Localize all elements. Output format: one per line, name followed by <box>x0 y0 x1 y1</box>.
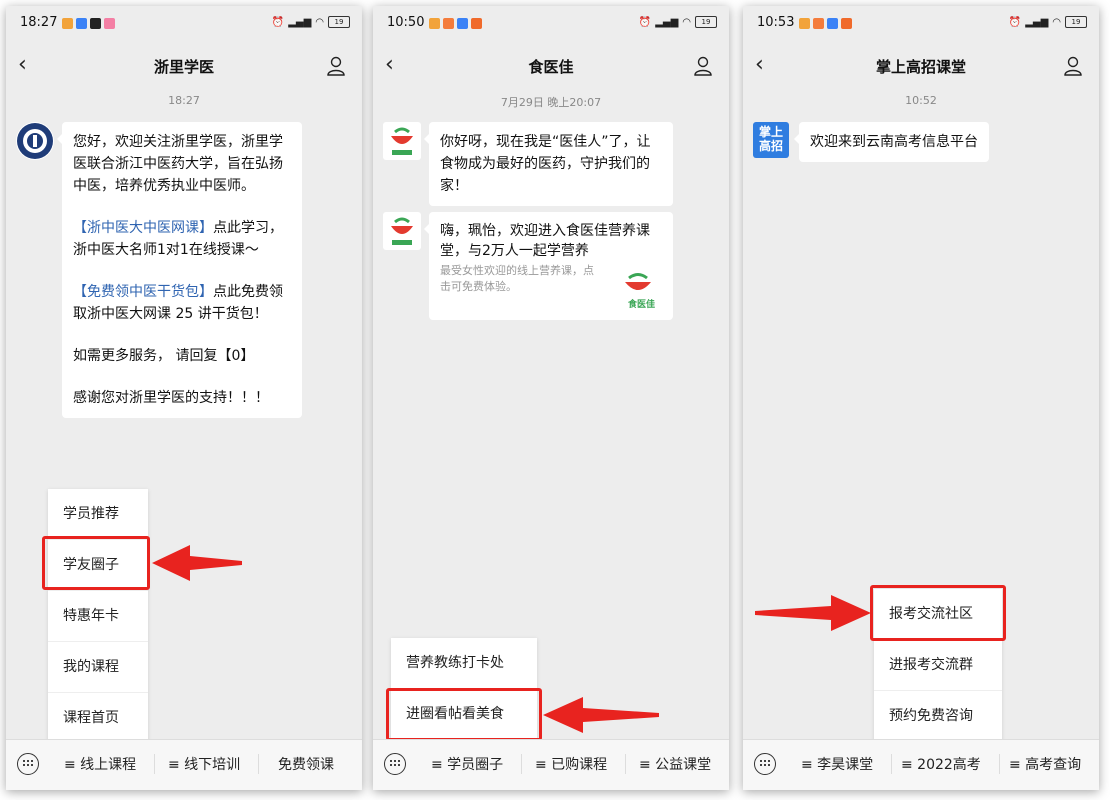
course-link[interactable]: 【浙中医大中医网课】 <box>73 220 213 236</box>
divider <box>625 754 626 774</box>
freebie-link[interactable]: 【免费领中医干货包】 <box>73 284 213 300</box>
signal-icon: ▂▄▆ <box>288 16 312 28</box>
notification-icons <box>429 18 482 29</box>
system-icons: ⏰ ▂▄▆ ◠ 19 <box>639 16 717 28</box>
submenu-item[interactable]: 我的课程 <box>48 642 148 693</box>
system-icons: ⏰ ▂▄▆ ◠ 19 <box>1009 16 1087 28</box>
status-bar: 10:53 ⏰ ▂▄▆ ◠ 19 <box>743 6 1099 42</box>
bottom-menu-item[interactable]: ≡ 2022高考 <box>901 754 981 774</box>
nav-bar: ‹ 食医佳 <box>373 42 729 88</box>
bottom-menu-item[interactable]: ≡ 公益课堂 <box>639 754 711 774</box>
bottom-menu-bar: ≡ 学员圈子 ≡ 已购课程 ≡ 公益课堂 <box>373 739 729 790</box>
message-bubble[interactable]: 欢迎来到云南高考信息平台 <box>794 122 989 162</box>
system-icons: ⏰ ▂▄▆ ◠ 19 <box>272 16 350 28</box>
shiyijia-logo-icon <box>391 217 413 245</box>
notification-icons <box>62 18 115 29</box>
red-arrow-icon <box>543 697 659 733</box>
user-profile-icon[interactable] <box>693 56 713 76</box>
status-time: 10:50 <box>387 15 425 30</box>
status-time: 10:53 <box>757 15 795 30</box>
avatar[interactable] <box>16 122 54 160</box>
avatar[interactable] <box>383 212 421 250</box>
avatar[interactable]: 掌上高招 <box>753 122 789 158</box>
status-time: 18:27 <box>20 15 58 30</box>
status-bar: 18:27 ⏰ ▂▄▆ ◠ 19 <box>6 6 362 42</box>
message-timestamp: 18:27 <box>168 94 200 107</box>
highlight-box <box>42 536 150 590</box>
message-paragraph: 感谢您对浙里学医的支持！！！ <box>73 390 269 406</box>
user-profile-icon[interactable] <box>1063 56 1083 76</box>
alarm-icon: ⏰ <box>638 16 652 28</box>
page-title: 食医佳 <box>528 58 574 76</box>
highlight-box <box>386 688 542 741</box>
card-title: 嗨，珮怡，欢迎进入食医佳营养课堂，与2万人一起学营养 <box>440 223 650 259</box>
user-profile-icon[interactable] <box>326 56 346 76</box>
card-description: 最受女性欢迎的线上营养课，点击可免费体验。 <box>440 264 594 293</box>
phone-screen-gaozhao: 10:53 ⏰ ▂▄▆ ◠ 19 ‹ 掌上高招课堂 10:52 掌上高招 欢迎来… <box>743 6 1099 790</box>
message-timestamp: 7月29日 晚上20:07 <box>500 96 602 109</box>
divider <box>891 754 892 774</box>
submenu-item[interactable]: 营养教练打卡处 <box>391 638 537 689</box>
battery-icon: 19 <box>695 16 717 28</box>
keyboard-icon[interactable] <box>17 753 39 775</box>
shiyijia-logo-icon <box>391 127 413 155</box>
bottom-menu-item[interactable]: ≡ 李昊课堂 <box>801 754 873 774</box>
bottom-menu-item[interactable]: ≡ 线上课程 <box>64 754 136 774</box>
message-bubble[interactable]: 您好，欢迎关注浙里学医，浙里学医联合浙江中医药大学，旨在弘扬中医，培养优秀执业中… <box>57 122 302 418</box>
bottom-menu-item[interactable]: 免费领课 <box>278 754 334 774</box>
phone-screen-shiyijia: 10:50 ⏰ ▂▄▆ ◠ 19 ‹ 食医佳 7月29日 晚上20:07 你好呀… <box>373 6 729 790</box>
page-title: 掌上高招课堂 <box>875 58 966 76</box>
bottom-menu-item[interactable]: ≡ 高考查询 <box>1009 754 1081 774</box>
bottom-menu-bar: ≡ 线上课程 ≡ 线下培训 免费领课 <box>6 739 362 790</box>
avatar-text: 掌上高招 <box>758 125 783 153</box>
nav-bar: ‹ 掌上高招课堂 <box>743 42 1099 88</box>
phone-screen-zheli-xueyi: 18:27 ⏰ ▂▄▆ ◠ 19 ‹ 浙里学医 18:27 您好，欢迎关注浙里学… <box>6 6 362 790</box>
alarm-icon: ⏰ <box>1008 16 1022 28</box>
submenu-item[interactable]: 进报考交流群 <box>874 640 1002 691</box>
signal-icon: ▂▄▆ <box>1025 16 1049 28</box>
message-paragraph: 【浙中医大中医网课】点此学习，浙中医大名师1对1在线授课～ <box>73 217 291 261</box>
bottom-menu-item[interactable]: ≡ 已购课程 <box>535 754 607 774</box>
page-title: 浙里学医 <box>153 58 214 76</box>
alarm-icon: ⏰ <box>271 16 285 28</box>
signal-icon: ▂▄▆ <box>655 16 679 28</box>
battery-icon: 19 <box>328 16 350 28</box>
battery-icon: 19 <box>1065 16 1087 28</box>
keyboard-icon[interactable] <box>384 753 406 775</box>
brand-logo-text: 食医佳 <box>627 300 655 310</box>
status-bar: 10:50 ⏰ ▂▄▆ ◠ 19 <box>373 6 729 42</box>
bottom-menu-item[interactable]: ≡ 线下培训 <box>168 754 240 774</box>
university-seal-icon <box>17 123 53 159</box>
message-paragraph: 您好，欢迎关注浙里学医，浙里学医联合浙江中医药大学，旨在弘扬中医，培养优秀执业中… <box>73 134 283 194</box>
submenu-item[interactable]: 特惠年卡 <box>48 591 148 642</box>
submenu-item[interactable]: 预约免费咨询 <box>874 691 1002 741</box>
submenu-popup: 学员推荐 学友圈子 特惠年卡 我的课程 课程首页 <box>48 489 148 743</box>
divider <box>521 754 522 774</box>
message-bubble[interactable]: 你好呀，现在我是“医佳人”了，让食物成为最好的医药，守护我们的家！ <box>424 122 673 206</box>
submenu-item[interactable]: 学员推荐 <box>48 489 148 540</box>
red-arrow-icon <box>152 545 242 581</box>
bottom-menu-item[interactable]: ≡ 学员圈子 <box>431 754 503 774</box>
nav-bar: ‹ 浙里学医 <box>6 42 362 88</box>
notification-icons <box>799 18 852 29</box>
message-timestamp: 10:52 <box>905 94 937 107</box>
divider <box>999 754 1000 774</box>
red-arrow-icon <box>755 595 871 631</box>
keyboard-icon[interactable] <box>754 753 776 775</box>
wifi-icon: ◠ <box>1052 16 1061 28</box>
wifi-icon: ◠ <box>682 16 691 28</box>
avatar[interactable] <box>383 122 421 160</box>
message-paragraph: 如需更多服务， 请回复【0】 <box>73 348 255 364</box>
submenu-item[interactable]: 课程首页 <box>48 693 148 743</box>
link-card[interactable]: 嗨，珮怡，欢迎进入食医佳营养课堂，与2万人一起学营养 最受女性欢迎的线上营养课，… <box>424 212 673 320</box>
divider <box>258 754 259 774</box>
highlight-box <box>870 585 1006 641</box>
message-paragraph: 【免费领中医干货包】点此免费领取浙中医大网课 25 讲干货包！ <box>73 281 291 325</box>
bottom-menu-bar: ≡ 李昊课堂 ≡ 2022高考 ≡ 高考查询 <box>743 739 1099 790</box>
divider <box>154 754 155 774</box>
wifi-icon: ◠ <box>315 16 324 28</box>
